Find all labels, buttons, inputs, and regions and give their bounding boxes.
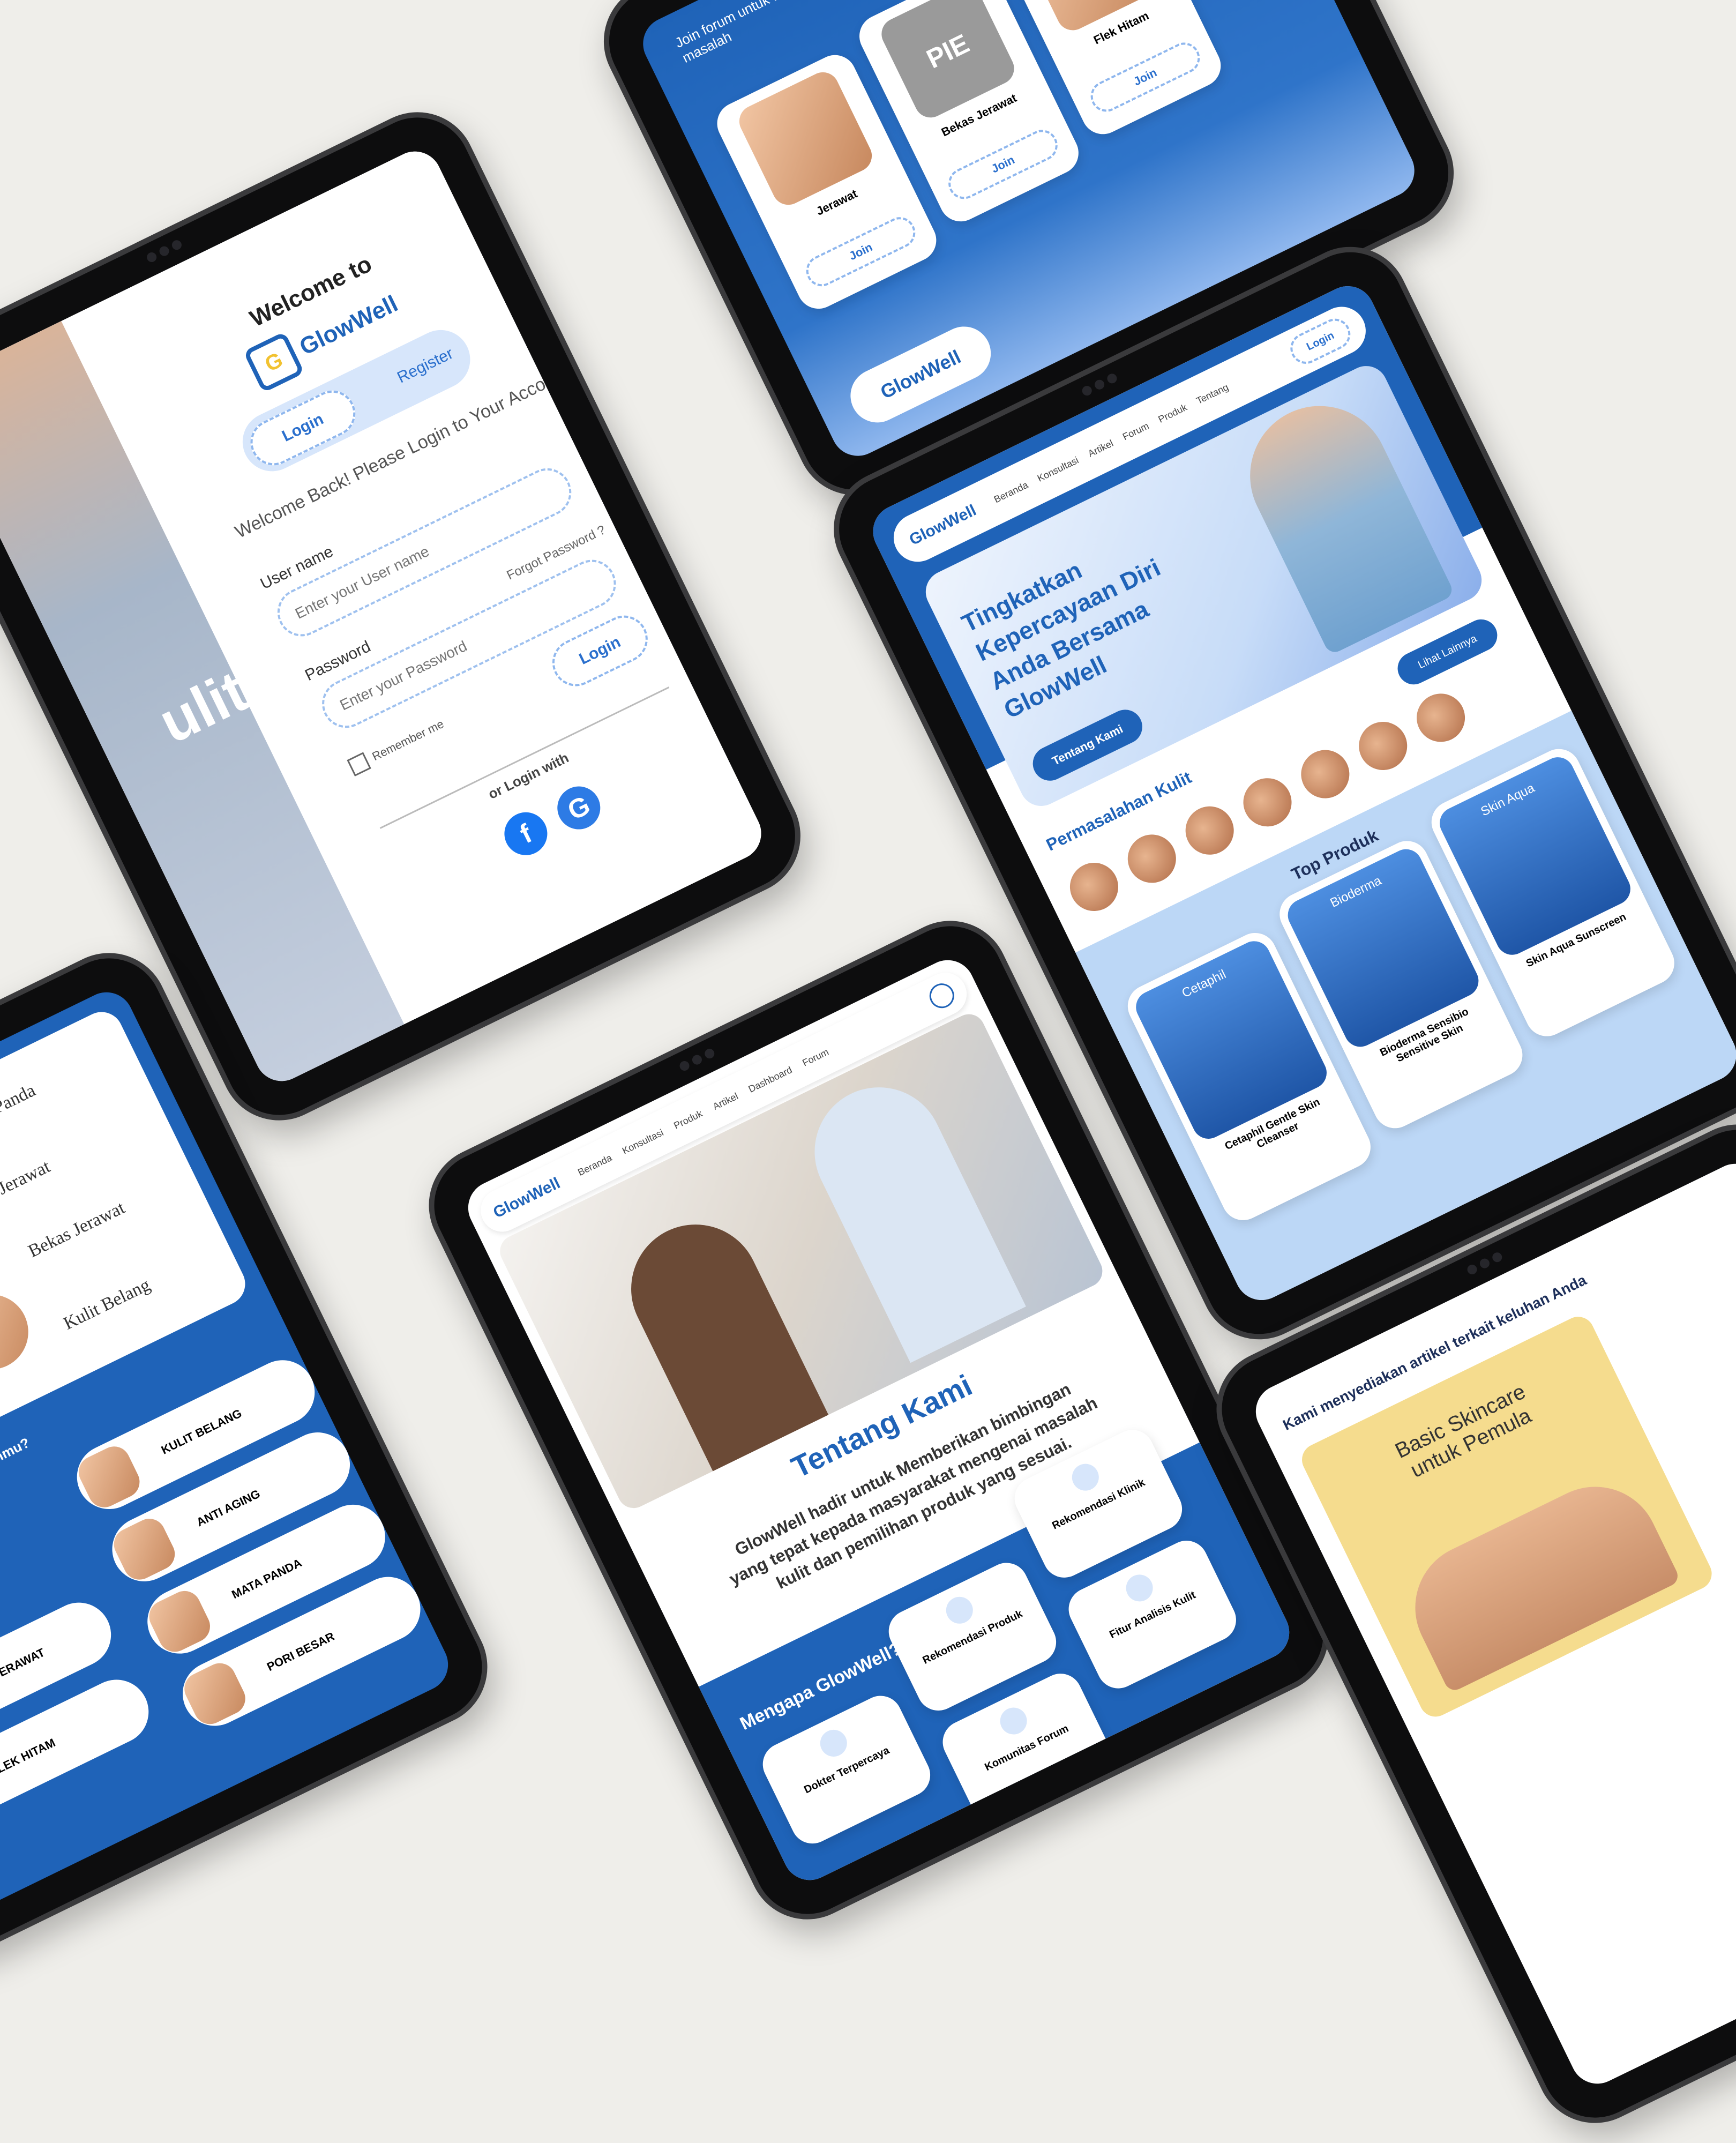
skin-item-photo: [144, 1585, 216, 1657]
skin-item-label: FLEK HITAM: [0, 1736, 58, 1779]
nav-item[interactable]: Produk: [672, 1108, 704, 1131]
skin-item-photo: [73, 1441, 145, 1513]
profile-icon[interactable]: [925, 979, 959, 1012]
skin-screen: Mata Panda Jerawat Bekas Jerawat Kulit B…: [0, 983, 458, 1922]
tab-login[interactable]: Login: [243, 383, 363, 473]
or-login-with: or Login with: [485, 749, 572, 803]
google-button[interactable]: G: [550, 779, 608, 837]
skin-item-label: KULIT BELANG: [159, 1406, 244, 1457]
nav-item[interactable]: Dashboard: [746, 1064, 794, 1095]
logo-icon: G: [243, 331, 305, 393]
facebook-button[interactable]: f: [497, 805, 555, 863]
skin-question: Apa Keluhanmu?: [0, 1434, 33, 1499]
doctor-figure: [793, 1065, 1026, 1363]
problem-avatar[interactable]: [1351, 713, 1416, 779]
skin-label: Kulit Belang: [60, 1274, 154, 1334]
problem-avatar[interactable]: [1119, 826, 1184, 891]
problem-avatar[interactable]: [1061, 854, 1127, 920]
product-brand: Bioderma: [1328, 873, 1384, 910]
problem-avatar[interactable]: [1177, 798, 1242, 863]
feature-icon: [996, 1703, 1032, 1739]
problem-avatar[interactable]: [1293, 742, 1358, 807]
join-button[interactable]: Join: [800, 212, 921, 292]
tab-register[interactable]: Register: [394, 345, 456, 387]
article-card-title: Basic Skincare untuk Pemula: [1391, 1379, 1535, 1483]
skin-item-label: BEKAS JERAWAT: [0, 1645, 47, 1702]
nav-item[interactable]: Konsultasi: [1036, 454, 1081, 484]
feature-icon: [941, 1592, 978, 1629]
why-section: Mengapa GlowWell? Dokter Terpercaya Reko…: [699, 1422, 1299, 1890]
nav-item[interactable]: Forum: [800, 1046, 830, 1069]
article-card[interactable]: Basic Skincare untuk Pemula: [1296, 1311, 1717, 1722]
hero-button[interactable]: Tentang Kami: [1027, 704, 1148, 787]
problem-avatar[interactable]: [1408, 685, 1473, 750]
footer-brand: GlowWell: [877, 345, 964, 404]
nav-item[interactable]: Artikel: [711, 1091, 740, 1112]
feature-icon: [1121, 1570, 1158, 1606]
nav-item[interactable]: Artikel: [1086, 437, 1115, 459]
nav-item[interactable]: Tentang: [1194, 382, 1230, 407]
remember-checkbox[interactable]: Remember me: [347, 715, 447, 776]
product-brand: Skin Aqua: [1478, 780, 1537, 819]
nav-item[interactable]: Forum: [1121, 420, 1151, 443]
feature-icon: [1067, 1459, 1104, 1496]
join-button[interactable]: Join: [943, 124, 1063, 205]
skin-item-label: ANTI AGING: [194, 1487, 263, 1529]
nav-item[interactable]: Konsultasi: [620, 1127, 665, 1156]
skin-item-photo: [179, 1657, 251, 1730]
skin-item-photo: [108, 1513, 181, 1585]
product-brand: Cetaphil: [1179, 967, 1229, 1001]
google-icon: G: [563, 789, 595, 826]
footer-logo: GlowWell: [841, 317, 1000, 432]
nav-item[interactable]: Beranda: [992, 479, 1030, 505]
article-card-hands: [1393, 1465, 1681, 1694]
skin-label: Mata Panda: [0, 1080, 39, 1136]
checkbox-box[interactable]: [347, 752, 371, 776]
card-badge: PIE: [922, 28, 974, 74]
skin-label: Jerawat: [0, 1156, 54, 1199]
login-screen: ulit Welcome to G GlowWell Login Registe…: [0, 142, 770, 1091]
skin-circle: [0, 1281, 41, 1383]
facebook-icon: f: [515, 818, 537, 849]
join-button[interactable]: Join: [1085, 37, 1206, 117]
skin-item-label: MATA PANDA: [229, 1556, 304, 1602]
patient-figure: [609, 1203, 829, 1472]
side-text: ulit: [149, 658, 258, 756]
nav-item[interactable]: Beranda: [576, 1152, 613, 1178]
divider: [379, 686, 670, 829]
nav-item[interactable]: Produk: [1156, 401, 1188, 425]
problem-avatar[interactable]: [1235, 770, 1300, 835]
skin-label: Bekas Jerawat: [25, 1198, 128, 1261]
skin-item-label: PORI BESAR: [265, 1629, 337, 1674]
remember-label: Remember me: [370, 716, 446, 764]
feature-icon: [815, 1725, 852, 1761]
